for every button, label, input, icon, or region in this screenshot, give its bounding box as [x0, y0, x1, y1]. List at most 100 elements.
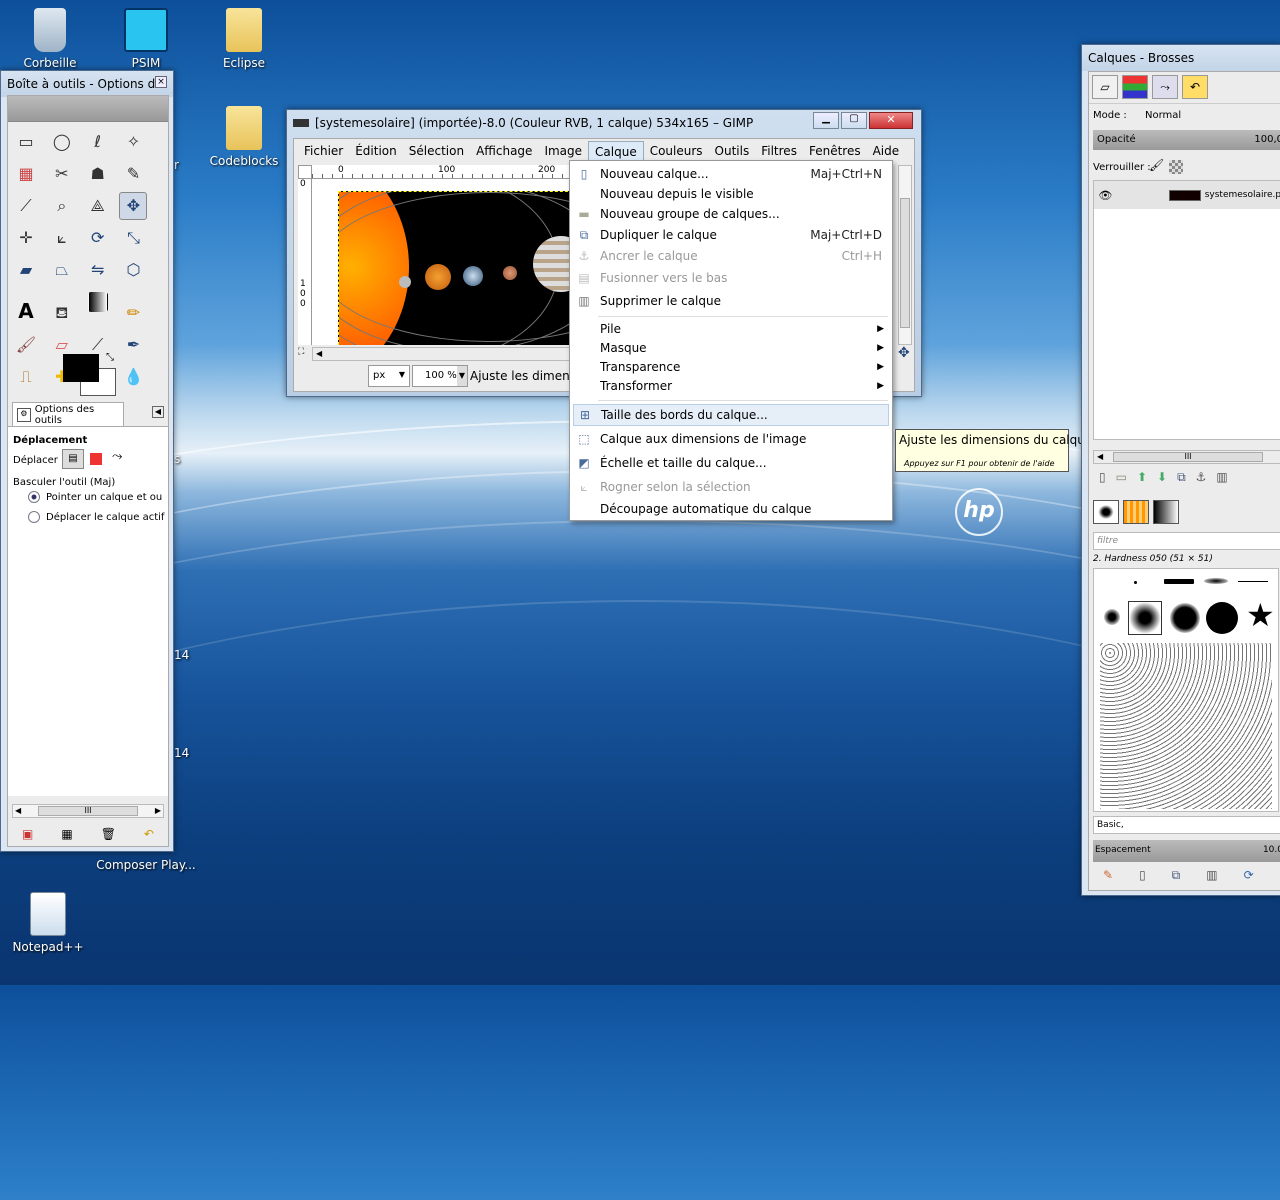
menu-outils[interactable]: Outils — [709, 141, 756, 161]
brush-grid[interactable]: ★ — [1093, 568, 1279, 812]
lasso-icon[interactable]: ℓ — [84, 128, 112, 156]
menu-fichier[interactable]: Fichier — [298, 141, 349, 161]
reset-options-icon[interactable]: ↶ — [144, 827, 154, 841]
eye-icon[interactable]: 👁 — [1094, 189, 1117, 202]
shear-icon[interactable]: ▰ — [12, 256, 40, 284]
menu-item-new-layer[interactable]: ▯ Nouveau calque... Maj+Ctrl+N — [570, 164, 892, 184]
selected-brush[interactable] — [1128, 601, 1162, 635]
options-tab[interactable]: ⚙ Options des outils — [12, 402, 124, 426]
delete-options-icon[interactable]: 🗑 — [101, 827, 116, 841]
canvas-vscrollbar[interactable] — [898, 165, 912, 345]
scroll-thumb[interactable]: III — [38, 806, 138, 816]
measure-icon[interactable]: ⟁ — [84, 192, 112, 220]
menu-item-autocrop[interactable]: Découpage automatique du calque — [570, 499, 892, 519]
desktop-icon-notepadpp[interactable]: Notepad++ — [8, 892, 88, 954]
layer-row[interactable]: 👁 systemesolaire.pn — [1094, 181, 1280, 209]
menu-filtres[interactable]: Filtres — [755, 141, 803, 161]
crop-icon[interactable]: ⟀ — [48, 224, 76, 252]
new-group-icon[interactable]: ▭ — [1116, 470, 1127, 490]
menu-aide[interactable]: Aide — [867, 141, 906, 161]
align-icon[interactable]: ✛ — [12, 224, 40, 252]
desktop-icon-recycle-bin[interactable]: Corbeille — [10, 8, 90, 70]
menu-item-duplicate[interactable]: ⧉ Dupliquer le calque Maj+Ctrl+D — [570, 225, 892, 245]
fuzzy-select-icon[interactable]: ✧ — [119, 128, 147, 156]
move-path-toggle[interactable]: ⤳ — [112, 449, 122, 464]
menu-item-layer-to-image-size[interactable]: ⬚ Calque aux dimensions de l'image — [570, 429, 892, 449]
anchor-icon[interactable]: ⚓ — [1196, 470, 1207, 490]
opacity-slider[interactable]: Opacité 100,0 — [1093, 130, 1280, 150]
image-canvas[interactable] — [312, 179, 578, 345]
menu-item-stack[interactable]: Pile ▶ — [570, 319, 892, 339]
gradient-icon[interactable] — [87, 292, 108, 312]
move-icon[interactable]: ✥ — [119, 192, 148, 220]
tab-brushes[interactable] — [1093, 500, 1119, 524]
perspective-icon[interactable]: ⏢ — [48, 256, 76, 284]
canvas-hscrollbar[interactable]: ◀ — [312, 347, 572, 361]
tab-layers[interactable]: ▱ — [1092, 75, 1118, 99]
ruler-corner[interactable] — [298, 165, 312, 179]
bucket-fill-icon[interactable]: ⛾ — [48, 299, 76, 327]
menu-selection[interactable]: Sélection — [403, 141, 470, 161]
close-button[interactable]: ✕ — [869, 112, 913, 129]
brush-filter-input[interactable]: filtre — [1093, 532, 1280, 550]
zoom-select[interactable]: 100 % ▼ — [412, 365, 468, 387]
tab-patterns[interactable] — [1123, 500, 1149, 524]
new-layer-icon[interactable]: ▯ — [1099, 470, 1106, 490]
ink-icon[interactable]: ✒ — [119, 331, 147, 359]
restore-options-icon[interactable]: ▦ — [61, 827, 72, 841]
lock-alpha-icon[interactable] — [1169, 160, 1183, 174]
cage-icon[interactable]: ⬡ — [119, 256, 147, 284]
scroll-left-icon[interactable]: ◀ — [1097, 451, 1103, 463]
desktop-icon-eclipse[interactable]: Eclipse — [204, 8, 284, 70]
edit-brush-icon[interactable]: ✎ — [1103, 868, 1113, 888]
duplicate-layer-icon[interactable]: ⧉ — [1177, 470, 1186, 490]
radio-active-layer[interactable] — [28, 511, 40, 523]
menu-item-boundary-size[interactable]: ⊞ Taille des bords du calque... — [573, 404, 889, 426]
text-icon[interactable]: A — [12, 297, 40, 325]
toolbox-titlebar[interactable]: Boîte à outils - Options d... × — [1, 71, 173, 97]
navigate-icon[interactable]: ✥ — [898, 345, 910, 361]
tab-paths[interactable]: ⤳ — [1152, 75, 1178, 99]
duplicate-brush-icon[interactable]: ⧉ — [1172, 868, 1181, 888]
clone-icon[interactable]: ⎍ — [12, 363, 40, 391]
layers-hscrollbar[interactable]: ◀ III — [1093, 450, 1280, 464]
desktop-icon-codeblocks[interactable]: Codeblocks — [204, 106, 284, 168]
menu-edition[interactable]: Édition — [349, 141, 403, 161]
menu-fenetres[interactable]: Fenêtres — [803, 141, 867, 161]
brush-preset-select[interactable]: Basic, — [1093, 816, 1280, 834]
paintbrush-icon[interactable]: 🖌 — [12, 331, 40, 359]
lock-pixels-icon[interactable]: 🖌 — [1149, 158, 1164, 172]
new-brush-icon[interactable]: ▯ — [1139, 868, 1146, 888]
minimize-button[interactable]: ▁ — [813, 112, 839, 129]
menu-item-new-from-visible[interactable]: Nouveau depuis le visible — [570, 184, 892, 204]
menu-affichage[interactable]: Affichage — [470, 141, 538, 161]
scroll-right-icon[interactable]: ▶ — [155, 805, 161, 817]
ellipse-select-icon[interactable]: ◯ — [48, 128, 76, 156]
move-layer-toggle[interactable]: ▤ — [62, 449, 84, 469]
menu-image[interactable]: Image — [538, 141, 588, 161]
scale-icon[interactable]: ⤡ — [119, 224, 147, 252]
nav-button[interactable]: ⛶ — [298, 347, 312, 361]
desktop-icon-psim[interactable]: PSIM — [106, 8, 186, 70]
layers-titlebar[interactable]: Calques - Brosses — [1082, 45, 1280, 71]
zoom-icon[interactable]: ⌕ — [48, 192, 76, 220]
menu-item-new-group[interactable]: ▬ Nouveau groupe de calques... — [570, 204, 892, 224]
menu-couleurs[interactable]: Couleurs — [644, 141, 709, 161]
swap-colors-icon[interactable]: ⤡ — [106, 352, 114, 363]
menu-item-transform[interactable]: Transformer ▶ — [570, 376, 892, 396]
color-picker-icon[interactable]: ⟋ — [12, 192, 40, 220]
layer-name[interactable]: systemesolaire.pn — [1205, 190, 1280, 200]
tab-channels[interactable] — [1122, 75, 1148, 99]
raise-layer-icon[interactable]: ⬆ — [1137, 470, 1147, 490]
save-options-icon[interactable]: ▣ — [22, 827, 33, 841]
scroll-thumb[interactable] — [900, 198, 910, 328]
unit-select[interactable]: px ▼ — [368, 365, 410, 387]
refresh-brushes-icon[interactable]: ⟳ — [1244, 868, 1254, 888]
trash-icon[interactable]: ▥ — [1216, 470, 1227, 490]
menu-item-transparency[interactable]: Transparence ▶ — [570, 357, 892, 377]
menu-item-mask[interactable]: Masque ▶ — [570, 338, 892, 358]
rect-select-icon[interactable]: ▭ — [12, 128, 40, 156]
foreground-select-icon[interactable]: ☗ — [84, 160, 112, 188]
paths-icon[interactable]: ✎ — [119, 160, 147, 188]
radio-pick-layer[interactable] — [28, 491, 40, 503]
